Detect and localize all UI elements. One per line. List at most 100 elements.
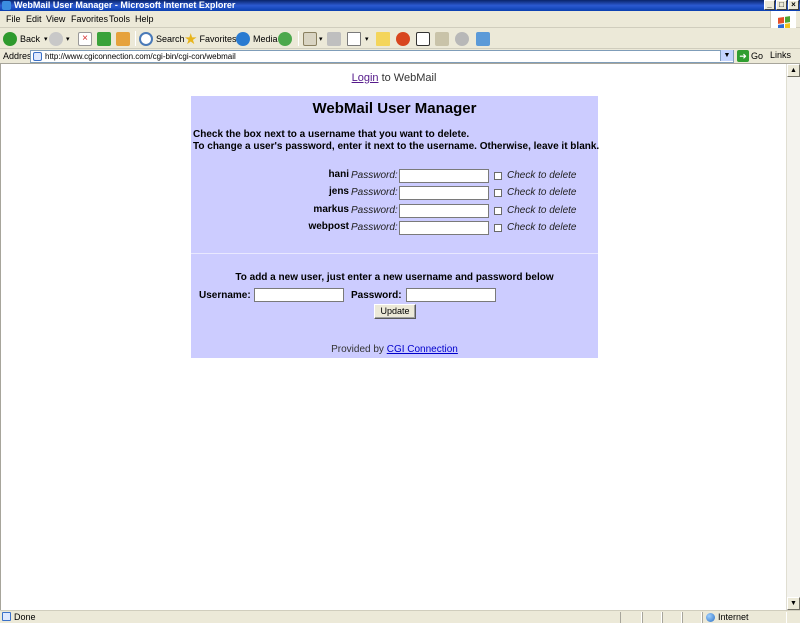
update-button[interactable]: Update [374, 304, 416, 319]
forward-button[interactable]: ▾ [49, 30, 70, 47]
chevron-down-icon[interactable]: ▾ [66, 35, 70, 43]
refresh-icon [97, 31, 111, 46]
delete-checkbox-webpost[interactable] [494, 224, 502, 232]
page-done-icon [2, 612, 11, 621]
go-button[interactable]: ➜ Go [737, 50, 763, 62]
stop-icon: × [78, 31, 92, 46]
menu-bar: File Edit View Favorites Tools Help [0, 11, 800, 28]
standard-toolbar: Back ▾ ▾ × Search ★ Favorites Media ▾ ▾ [0, 28, 800, 49]
messenger-button[interactable] [396, 30, 410, 47]
username: hani [328, 169, 349, 180]
history-button[interactable] [278, 30, 292, 47]
search-icon [139, 31, 153, 46]
refresh-button[interactable] [97, 30, 111, 47]
address-dropdown-button[interactable]: ▼ [720, 50, 733, 61]
menu-help[interactable]: Help [135, 14, 154, 24]
username: webpost [308, 221, 349, 232]
back-arrow-icon [3, 31, 17, 46]
user-row-webpost: webpost Password: Check to delete [191, 221, 598, 237]
login-link[interactable]: Login [352, 72, 379, 84]
stop-button[interactable]: × [78, 30, 92, 47]
password-field-webpost[interactable] [399, 221, 489, 235]
address-input[interactable]: http://www.cgiconnection.com/cgi-bin/cgi… [30, 50, 734, 63]
user-row-jens: jens Password: Check to delete [191, 186, 598, 202]
mail-button[interactable]: ▾ [303, 30, 323, 47]
research-icon [435, 31, 449, 46]
menu-file[interactable]: File [6, 14, 21, 24]
notes-button[interactable] [376, 30, 390, 47]
menu-edit[interactable]: Edit [26, 14, 42, 24]
back-label: Back [20, 33, 41, 44]
new-username-field[interactable] [254, 288, 344, 302]
username: markus [313, 204, 349, 215]
favorites-label: Favorites [199, 33, 237, 44]
window-titlebar: WebMail User Manager - Microsoft Interne… [0, 0, 800, 11]
delete-label: Check to delete [507, 222, 577, 233]
media-icon [236, 31, 250, 46]
delete-checkbox-hani[interactable] [494, 172, 502, 180]
go-label: Go [751, 51, 764, 61]
print-button[interactable] [327, 30, 341, 47]
star-icon: ★ [184, 30, 198, 48]
provider-link[interactable]: CGI Connection [387, 344, 458, 355]
new-password-field[interactable] [406, 288, 496, 302]
status-cell [662, 612, 682, 623]
status-bar: Done Internet [0, 610, 800, 623]
login-suffix: to WebMail [378, 72, 437, 84]
close-button[interactable]: × [788, 0, 799, 10]
scroll-down-button[interactable]: ▼ [787, 597, 800, 610]
security-zone: Internet [706, 612, 749, 622]
address-url: http://www.cgiconnection.com/cgi-bin/cgi… [45, 52, 236, 61]
scroll-up-button[interactable]: ▲ [787, 64, 800, 77]
home-button[interactable] [116, 30, 130, 47]
discuss-button[interactable] [455, 30, 469, 47]
delete-checkbox-markus[interactable] [494, 207, 502, 215]
search-button[interactable]: Search [139, 30, 185, 47]
password-field-markus[interactable] [399, 204, 489, 218]
section-divider [191, 253, 598, 254]
messenger-icon [396, 31, 410, 46]
provided-by-text: Provided by [331, 344, 387, 355]
print-icon [327, 31, 341, 46]
page-viewport: Login to WebMail WebMail User Manager Ch… [0, 64, 786, 610]
maximize-button[interactable]: □ [776, 0, 787, 10]
add-user-note: To add a new user, just enter a new user… [235, 272, 554, 283]
tools-icon [476, 31, 490, 46]
chevron-down-icon[interactable]: ▾ [319, 35, 323, 43]
provided-by: Provided by CGI Connection [191, 344, 598, 355]
menu-view[interactable]: View [46, 14, 65, 24]
user-button[interactable] [416, 30, 430, 47]
chevron-down-icon[interactable]: ▾ [365, 35, 369, 43]
delete-label: Check to delete [507, 170, 577, 181]
minimize-button[interactable]: _ [764, 0, 775, 10]
window-controls: _ □ × [764, 0, 799, 10]
zone-label: Internet [718, 612, 749, 622]
media-button[interactable]: Media [236, 30, 278, 47]
user-row-hani: hani Password: Check to delete [191, 169, 598, 185]
password-field-jens[interactable] [399, 186, 489, 200]
instruction-password: To change a user's password, enter it ne… [193, 141, 600, 152]
chevron-down-icon[interactable]: ▾ [44, 35, 48, 43]
toolbar-separator [135, 31, 136, 46]
home-icon [116, 31, 130, 46]
status-cell [642, 612, 662, 623]
ie-icon [2, 1, 11, 10]
username: jens [328, 186, 349, 197]
research-button[interactable] [435, 30, 449, 47]
favorites-button[interactable]: ★ Favorites [184, 30, 237, 48]
links-button[interactable]: Links [770, 50, 791, 60]
password-field-hani[interactable] [399, 169, 489, 183]
menu-tools[interactable]: Tools [109, 14, 130, 24]
mail-icon [303, 31, 317, 46]
globe-icon [706, 612, 715, 622]
edit-button[interactable]: ▾ [347, 30, 369, 47]
tools-button[interactable] [476, 30, 490, 47]
toolbar-separator [298, 31, 299, 46]
menu-favorites[interactable]: Favorites [71, 14, 108, 24]
delete-checkbox-jens[interactable] [494, 189, 502, 197]
back-button[interactable]: Back ▾ [3, 30, 48, 47]
page-icon [33, 52, 42, 61]
vertical-scrollbar[interactable]: ▲ ▼ [786, 64, 800, 610]
window-title: WebMail User Manager - Microsoft Interne… [14, 0, 236, 10]
address-bar: Address http://www.cgiconnection.com/cgi… [0, 49, 800, 64]
